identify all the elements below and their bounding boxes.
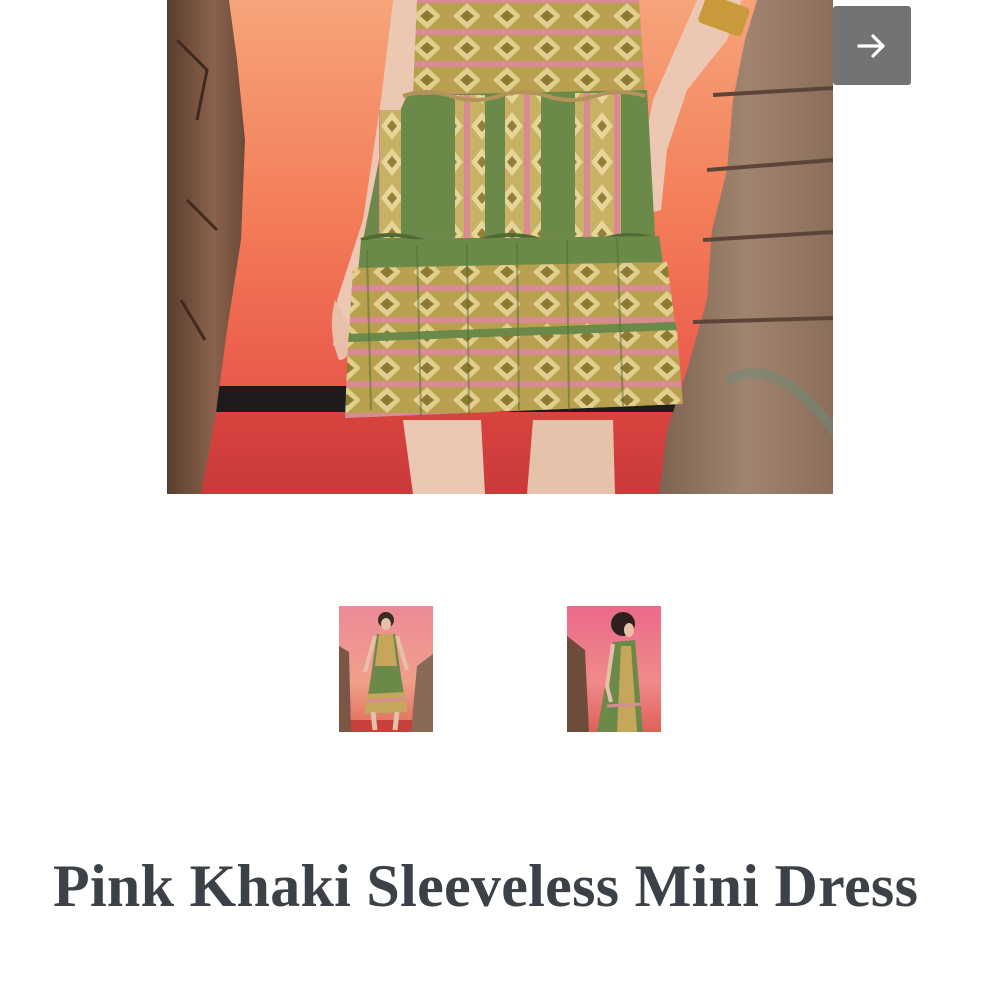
thumbnail-back-view[interactable]	[567, 606, 661, 732]
product-main-image[interactable]	[167, 0, 833, 494]
arrow-right-icon	[857, 33, 885, 58]
thumbnail-front-view[interactable]	[339, 606, 433, 732]
thumbnail-strip	[0, 606, 1000, 732]
next-image-button[interactable]	[833, 6, 911, 85]
thumbnail-front-image	[339, 606, 433, 732]
thumbnail-back-image	[567, 606, 661, 732]
dress-photo	[167, 0, 833, 494]
product-title: Pink Khaki Sleeveless Mini Dress	[53, 853, 919, 919]
